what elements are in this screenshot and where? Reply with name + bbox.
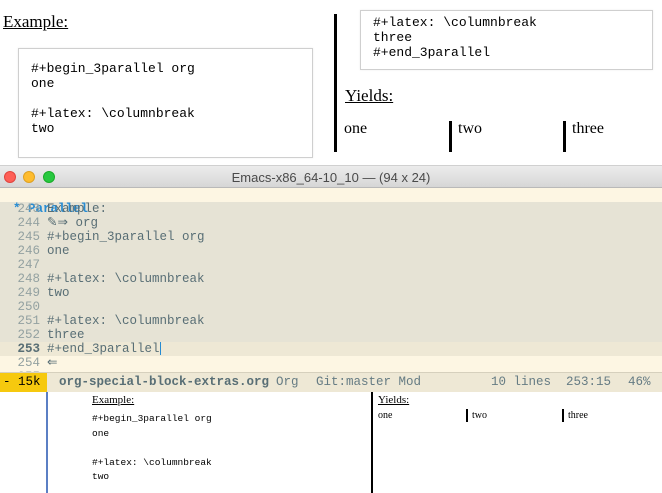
line-text[interactable]: ⇐ <box>47 356 57 370</box>
line-text[interactable]: one <box>47 244 70 258</box>
buffer-line[interactable]: 248 #+latex: \columnbreak <box>0 272 662 286</box>
line-number: 244 <box>17 216 40 230</box>
buffer-line[interactable]: 254 ⇐ <box>0 356 662 370</box>
example-heading: Example: <box>3 12 69 31</box>
line-number: 249 <box>17 286 40 300</box>
preview-example-label: Example: <box>92 394 135 406</box>
line-number: 254 <box>17 356 40 370</box>
rendered-document: Example: #+begin_3parallel org one #+lat… <box>0 0 662 165</box>
buffer-line[interactable]: 252 three <box>0 328 662 342</box>
line-text[interactable]: #+latex: \columnbreak <box>47 314 205 328</box>
line-number: 250 <box>17 300 40 314</box>
preview-column-separator <box>466 409 468 422</box>
buffer-line[interactable]: 251 #+latex: \columnbreak <box>0 314 662 328</box>
preview-left-edge <box>46 392 48 493</box>
buffer-percent: 46% <box>628 375 651 389</box>
line-text[interactable]: #+latex: \columnbreak <box>47 272 205 286</box>
buffer-line[interactable]: 244 ✎⇒ org <box>0 216 662 230</box>
org-heading-line[interactable]: * Parallel <box>0 188 662 216</box>
preview-column-divider <box>371 392 373 493</box>
text-cursor <box>159 342 161 356</box>
line-number: 248 <box>17 272 40 286</box>
example-code-block-left: #+begin_3parallel org one #+latex: \colu… <box>18 48 313 158</box>
preview-column-two: two <box>472 410 487 421</box>
line-text[interactable]: three <box>47 328 85 342</box>
line-number: 246 <box>17 244 40 258</box>
yields-column-separator <box>449 121 452 152</box>
buffer-line[interactable]: 250 <box>0 300 662 314</box>
emacs-window: Emacs-x86_64-10_10 — (94 x 24) * Paralle… <box>0 165 662 493</box>
buffer-line[interactable]: 243 Example: <box>0 202 662 216</box>
line-number: 245 <box>17 230 40 244</box>
line-text[interactable]: #+begin_3parallel org <box>47 230 205 244</box>
line-number: 243 <box>17 202 40 216</box>
yields-column-two: two <box>458 120 482 137</box>
line-text[interactable]: two <box>47 286 70 300</box>
example-code-block-right: #+latex: \columnbreak three #+end_3paral… <box>360 10 653 70</box>
column-divider <box>334 14 337 152</box>
current-line-number: 253 <box>17 342 40 356</box>
yields-column-one: one <box>344 120 368 137</box>
yields-column-separator <box>563 121 566 152</box>
editor-buffer[interactable]: * Parallel 243 Example: 244 ✎⇒ org 245 #+be… <box>0 188 662 372</box>
yields-column-three: three <box>572 120 604 137</box>
vcs-status[interactable]: Git:master Mod <box>316 373 421 392</box>
line-count: 10 lines <box>491 375 552 389</box>
major-mode[interactable]: Org <box>276 373 299 392</box>
line-text[interactable]: ✎⇒ org <box>47 216 98 230</box>
window-title: Emacs-x86_64-10_10 — (94 x 24) <box>231 170 431 185</box>
line-number: 247 <box>17 258 40 272</box>
buffer-line[interactable]: 246 one <box>0 244 662 258</box>
line-text[interactable]: #+end_3parallel <box>47 342 161 356</box>
preview-column-three: three <box>568 410 588 421</box>
mode-line[interactable]: - 15k org-special-block-extras.org Org G… <box>0 372 662 392</box>
buffer-line[interactable]: 247 <box>0 258 662 272</box>
line-number: 252 <box>17 328 40 342</box>
line-text[interactable]: Example: <box>47 202 107 216</box>
yields-heading: Yields: <box>345 86 394 105</box>
pdf-preview[interactable]: Example: #+begin_3parallel org one #+lat… <box>0 392 662 493</box>
cursor-position: 253:15 <box>566 375 612 389</box>
buffer-size-badge: - 15k <box>0 373 47 392</box>
current-buffer-line[interactable]: 253 #+end_3parallel <box>0 342 662 356</box>
window-titlebar[interactable]: Emacs-x86_64-10_10 — (94 x 24) <box>0 165 662 188</box>
preview-column-one: one <box>378 410 393 421</box>
buffer-filename[interactable]: org-special-block-extras.org <box>59 373 269 392</box>
preview-code: #+begin_3parallel org one #+latex: \colu… <box>92 413 212 482</box>
preview-yields-label: Yields: <box>378 394 410 406</box>
preview-column-separator <box>562 409 564 422</box>
buffer-line[interactable]: 245 #+begin_3parallel org <box>0 230 662 244</box>
buffer-line[interactable]: 249 two <box>0 286 662 300</box>
line-content[interactable]: #+end_3parallel <box>47 342 160 356</box>
line-number: 251 <box>17 314 40 328</box>
